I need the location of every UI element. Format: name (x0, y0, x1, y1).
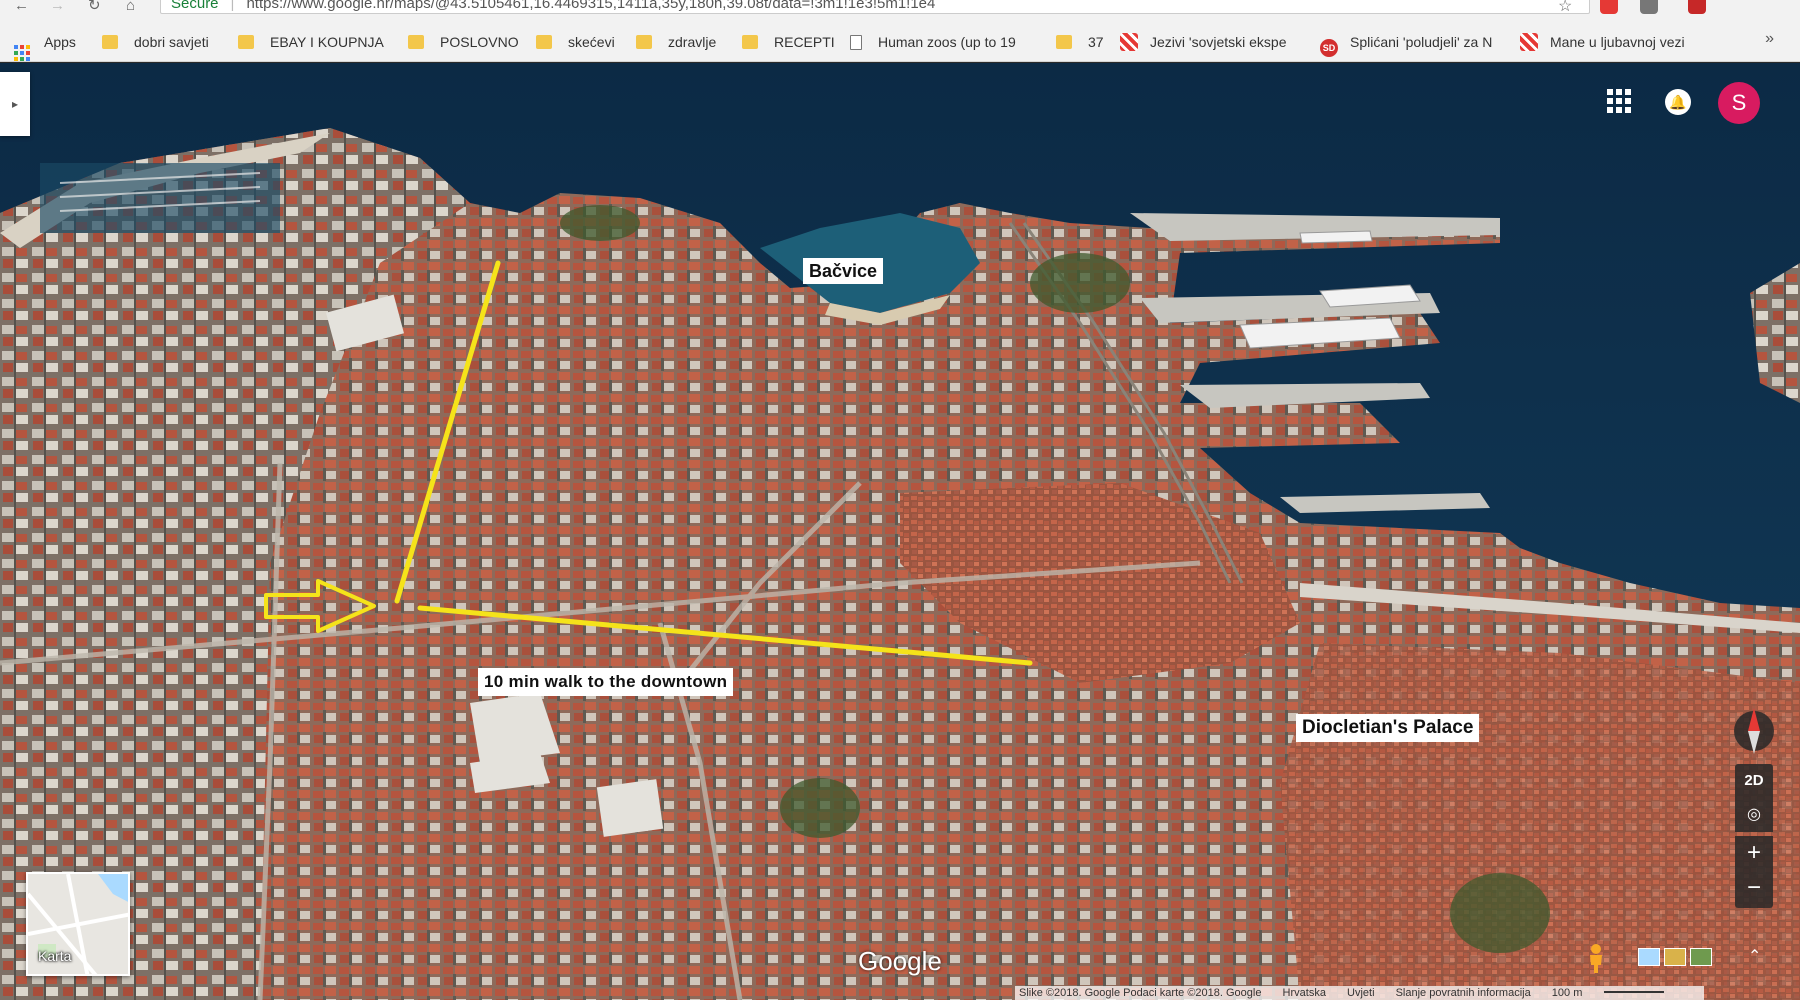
bookmark-label: zdravlje (668, 34, 717, 50)
reload-icon[interactable]: ↻ (88, 0, 108, 14)
bookmark-label: Human zoos (up to 19 (878, 34, 1016, 50)
terms-link[interactable]: Uvjeti (1347, 987, 1375, 999)
compass-icon[interactable] (1732, 698, 1776, 764)
satellite-imagery (0, 63, 1800, 1000)
map-type-toggle[interactable]: Karta (26, 872, 130, 976)
home-icon[interactable]: ⌂ (126, 0, 146, 14)
expand-imagery-button[interactable]: ⌃ (1748, 946, 1761, 966)
route-caption: 10 min walk to the downtown (478, 668, 734, 696)
folder-icon (742, 35, 758, 49)
bookmark-folder[interactable]: POSLOVNO (408, 32, 519, 52)
place-label-bacvice: Bačvice (803, 258, 884, 284)
bookmark-folder[interactable]: RECEPTI (742, 32, 835, 52)
place-label-palace: Diocletian's Palace (1296, 714, 1480, 742)
site-favicon (1120, 33, 1138, 51)
google-apps-icon[interactable] (1607, 89, 1631, 113)
extension-icon[interactable] (1600, 0, 1618, 14)
bookmark-star-icon[interactable]: ☆ (1558, 0, 1572, 16)
bookmark-label: EBAY I KOUPNJA (270, 34, 384, 50)
folder-icon (536, 35, 552, 49)
back-icon[interactable]: ← (14, 0, 34, 14)
url-bar[interactable]: Secure | https://www.google.hr/maps/@43.51… (160, 0, 1590, 14)
bookmark-label: Splićani 'poludjeli' za N (1350, 34, 1493, 50)
avatar[interactable]: S (1718, 82, 1760, 124)
browser-toolbar: ← → ↻ ⌂ Secure | https://www.google.hr/map… (0, 0, 1800, 22)
imagery-bar: ⌃ (1560, 938, 1780, 978)
map-viewport[interactable] (0, 63, 1800, 1000)
attribution-bar: Slike ©2018. Google Podaci karte ©2018. … (1015, 986, 1705, 1000)
folder-icon (636, 35, 652, 49)
bookmark-label: Jezivi 'sovjetski ekspe (1150, 34, 1287, 50)
extension-icon[interactable] (1640, 0, 1658, 14)
scale-text: 100 m (1551, 987, 1583, 999)
notifications-bell-icon[interactable]: 🔔 (1665, 89, 1691, 115)
country-link[interactable]: Hrvatska (1283, 987, 1326, 999)
bookmark-page[interactable]: SD Splićani 'poludjeli' za N (1320, 32, 1493, 57)
bookmark-folder[interactable]: dobri savjeti (102, 32, 209, 52)
pegman-icon[interactable] (1584, 943, 1608, 973)
bookmark-label: Apps (44, 34, 76, 50)
bookmarks-overflow-button[interactable]: » (1765, 30, 1774, 48)
bookmark-label: RECEPTI (774, 34, 835, 50)
bookmark-folder[interactable]: skećevi (536, 32, 615, 52)
imagery-thumbnail[interactable] (1690, 948, 1712, 966)
site-favicon (1520, 33, 1538, 51)
forward-icon[interactable]: → (50, 0, 70, 14)
bookmark-label: skećevi (568, 34, 615, 50)
folder-icon (408, 35, 424, 49)
bookmark-page[interactable]: Jezivi 'sovjetski ekspe (1120, 32, 1287, 52)
secure-badge: Secure (171, 0, 219, 12)
zoom-in-button[interactable]: + (1735, 836, 1773, 872)
apps-grid-icon (14, 45, 30, 61)
url-text: https://www.google.hr/maps/@43.5105461,1… (246, 0, 936, 12)
bookmark-folder[interactable]: EBAY I KOUPNJA (238, 32, 384, 52)
bookmark-label: dobri savjeti (134, 34, 209, 50)
scale-bar (1604, 991, 1665, 993)
imagery-credit: Slike ©2018. Google Podaci karte ©2018. … (1019, 987, 1262, 999)
imagery-thumbnail[interactable] (1664, 948, 1686, 966)
bookmark-apps[interactable]: Apps (14, 32, 76, 61)
folder-icon (1056, 35, 1072, 49)
map-type-label: Karta (38, 948, 72, 964)
extension-icon[interactable] (1688, 0, 1706, 14)
sd-favicon: SD (1320, 39, 1338, 57)
bookmark-label: Mane u ljubavnoj vezi (1550, 34, 1685, 50)
bookmark-folder[interactable]: 37 (1056, 32, 1104, 52)
tilt-2d-button[interactable]: 2D (1735, 764, 1773, 798)
map-controls: 2D ◎ + − (1732, 698, 1776, 908)
bookmarks-bar: Apps dobri savjeti EBAY I KOUPNJA POSLOV… (0, 22, 1800, 62)
my-location-icon[interactable]: ◎ (1735, 798, 1773, 832)
google-logo: Google (858, 946, 942, 976)
folder-icon (102, 35, 118, 49)
bookmark-label: POSLOVNO (440, 34, 519, 50)
side-panel-toggle[interactable]: ▸ (0, 72, 30, 136)
bookmark-page[interactable]: Mane u ljubavnoj vezi (1520, 32, 1685, 52)
imagery-thumbnail[interactable] (1638, 948, 1660, 966)
feedback-link[interactable]: Slanje povratnih informacija (1396, 987, 1531, 999)
scale-label: 100 m (1552, 987, 1683, 999)
bookmark-page[interactable]: Human zoos (up to 19 (850, 32, 1016, 52)
folder-icon (238, 35, 254, 49)
zoom-out-button[interactable]: − (1735, 872, 1773, 908)
bookmark-folder[interactable]: zdravlje (636, 32, 716, 52)
bookmark-label: 37 (1088, 34, 1104, 50)
document-icon (850, 35, 862, 50)
